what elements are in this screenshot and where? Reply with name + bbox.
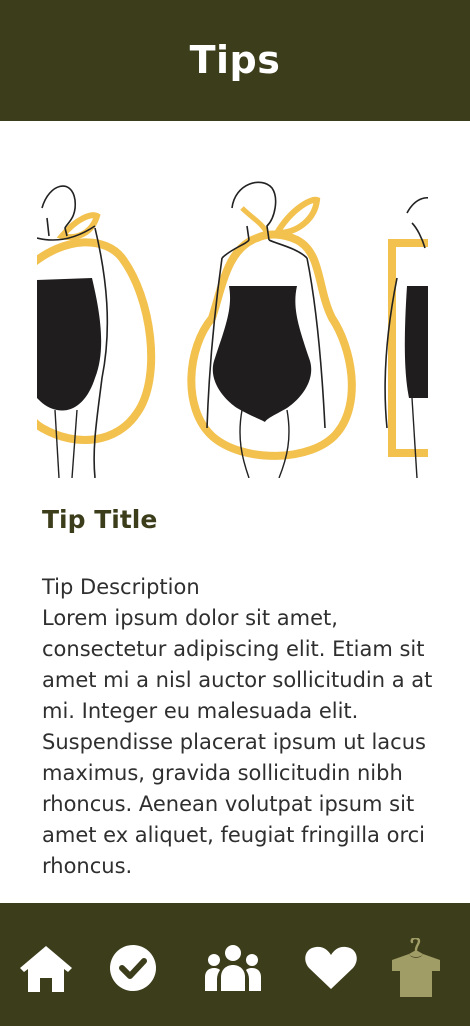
check-circle-icon — [110, 945, 156, 991]
header-bar: Tips — [0, 0, 470, 121]
people-icon — [205, 945, 261, 991]
nav-community-button[interactable] — [203, 938, 263, 998]
bottom-nav — [0, 903, 470, 1026]
tip-description: Tip Description Lorem ipsum dolor sit am… — [42, 572, 434, 882]
tip-description-heading: Tip Description — [42, 575, 200, 599]
heart-icon — [305, 946, 357, 989]
tip-image — [37, 178, 428, 478]
home-icon — [20, 946, 72, 992]
tip-description-body: Lorem ipsum dolor sit amet, consectetur … — [42, 606, 433, 878]
nav-tips-button[interactable] — [386, 938, 446, 998]
nav-check-button[interactable] — [103, 938, 163, 998]
nav-home-button[interactable] — [16, 938, 76, 998]
apple-shape-figure — [37, 185, 156, 478]
shirt-hanger-icon — [392, 938, 440, 997]
pear-shape-figure — [187, 181, 356, 478]
page-title: Tips — [189, 37, 281, 82]
nav-favorites-button[interactable] — [301, 938, 361, 998]
rectangle-shape-figure — [384, 197, 428, 478]
tip-title: Tip Title — [42, 505, 158, 534]
